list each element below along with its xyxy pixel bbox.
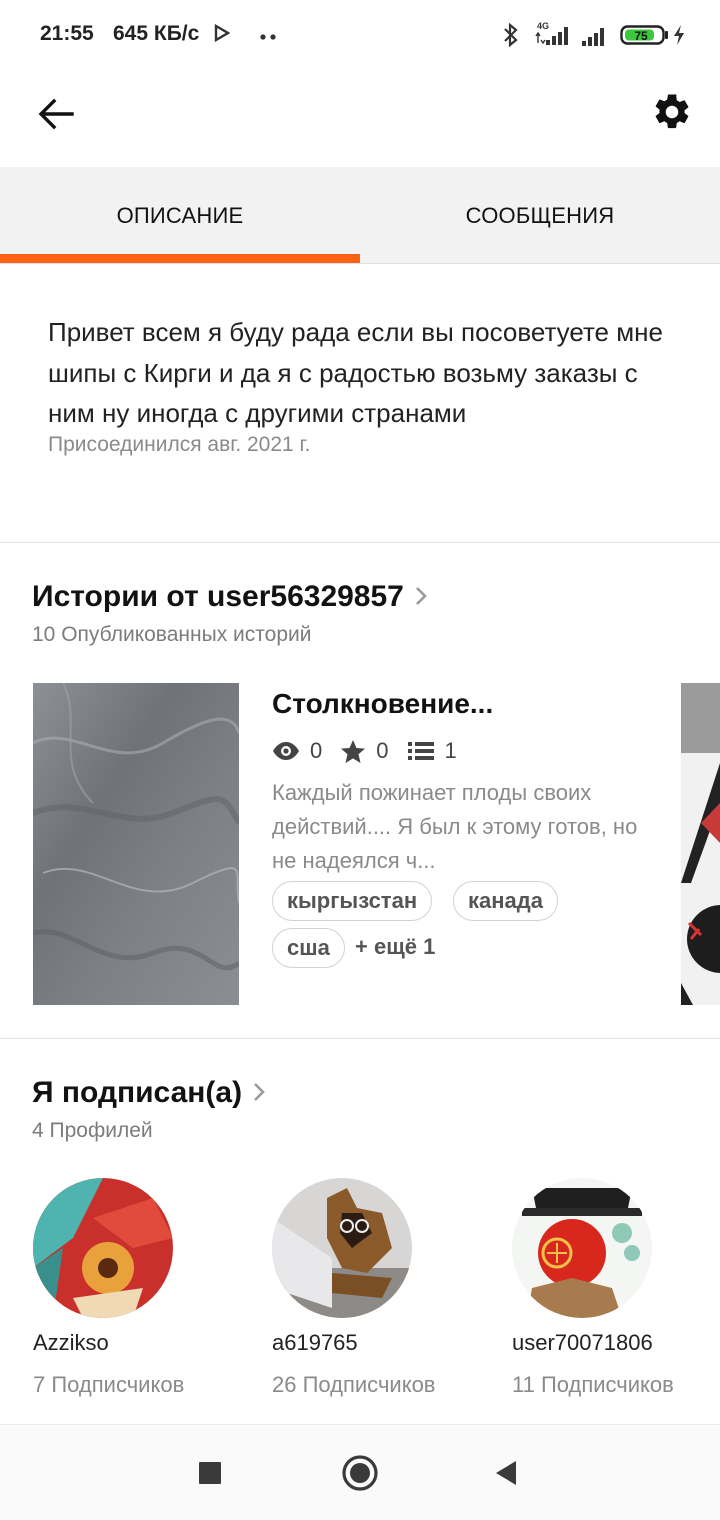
tag-canada[interactable]: канада <box>453 881 558 921</box>
following-section-header[interactable]: Я подписан(а) <box>32 1076 266 1111</box>
votes-count: 0 <box>376 738 389 763</box>
battery-icon: 75 <box>620 24 670 51</box>
home-button[interactable] <box>332 1445 388 1501</box>
votes-stat: 0 <box>340 738 389 764</box>
parts-stat: 1 <box>407 738 457 764</box>
cellular-signal-icon <box>580 24 610 53</box>
charging-icon <box>672 24 686 51</box>
story-cover-image[interactable] <box>33 683 239 1005</box>
following-profile-card[interactable]: a619765 26 Подписчиков <box>272 1178 472 1397</box>
bluetooth-icon <box>502 22 520 53</box>
cellular-signal-4g-icon: 4G <box>534 20 574 53</box>
story-title[interactable]: Столкновение... <box>272 688 493 720</box>
profile-name[interactable]: Azzikso <box>33 1330 109 1356</box>
more-notifications-icon <box>260 28 278 46</box>
active-tab-indicator <box>0 254 360 263</box>
circle-icon <box>342 1455 378 1491</box>
stories-section-title: Истории от user56329857 <box>32 580 404 613</box>
join-date: Присоединился авг. 2021 г. <box>48 433 311 456</box>
chevron-right-icon <box>414 581 428 615</box>
system-navigation-bar <box>0 1424 720 1520</box>
avatar[interactable] <box>272 1178 412 1318</box>
gear-icon <box>655 94 689 129</box>
parts-count: 1 <box>444 738 457 763</box>
status-time: 21:55 <box>40 22 94 45</box>
views-count: 0 <box>310 738 323 763</box>
following-count: 4 Профилей <box>32 1119 153 1142</box>
play-store-notification-icon <box>214 23 231 47</box>
status-bar: 21:55 645 КБ/с 4G 75 <box>0 0 720 70</box>
stories-count: 10 Опубликованных историй <box>32 623 312 646</box>
following-profile-card[interactable]: Azzikso 7 Подписчиков <box>33 1178 233 1397</box>
settings-button[interactable] <box>646 86 698 138</box>
eye-icon <box>273 742 299 760</box>
list-icon <box>407 742 434 760</box>
arrow-left-icon <box>38 98 74 130</box>
profile-name[interactable]: user70071806 <box>512 1330 653 1356</box>
svg-text:75: 75 <box>634 29 648 43</box>
avatar[interactable] <box>512 1178 652 1318</box>
profile-followers: 11 Подписчиков <box>512 1372 674 1397</box>
profile-name[interactable]: a619765 <box>272 1330 358 1356</box>
tag-usa[interactable]: сша <box>272 928 345 968</box>
back-button[interactable] <box>30 88 82 140</box>
following-section-title: Я подписан(а) <box>32 1076 243 1109</box>
views-stat: 0 <box>272 738 322 764</box>
story-stats: 0 0 1 <box>272 736 475 766</box>
profile-tabs: ОПИСАНИЕ СООБЩЕНИЯ <box>0 167 720 264</box>
section-divider <box>0 1038 720 1039</box>
profile-followers: 26 Подписчиков <box>272 1372 436 1397</box>
story-description: Каждый пожинает плоды своих действий....… <box>272 780 638 873</box>
chevron-right-icon <box>252 1077 266 1111</box>
stories-section-header[interactable]: Истории от user56329857 <box>32 580 428 615</box>
next-story-cover-image[interactable] <box>681 683 720 1005</box>
profile-followers: 7 Подписчиков <box>33 1372 185 1397</box>
more-tags-link[interactable]: + ещё 1 <box>355 934 435 960</box>
svg-text:4G: 4G <box>537 21 549 31</box>
section-divider <box>0 542 720 543</box>
avatar[interactable] <box>33 1178 173 1318</box>
triangle-back-icon <box>496 1461 516 1485</box>
star-icon <box>341 739 366 763</box>
following-profile-card[interactable]: user70071806 11 Подписчиков <box>512 1178 712 1397</box>
tab-description[interactable]: ОПИСАНИЕ <box>0 167 360 264</box>
tag-kyrgyzstan[interactable]: кыргызстан <box>272 881 433 921</box>
recent-apps-button[interactable] <box>182 1445 238 1501</box>
status-network-speed: 645 КБ/с <box>113 22 200 45</box>
square-icon <box>199 1462 221 1484</box>
top-app-bar <box>0 70 720 167</box>
tab-messages[interactable]: СООБЩЕНИЯ <box>360 167 720 264</box>
back-nav-button[interactable] <box>478 1445 534 1501</box>
profile-description: Привет всем я буду рада если вы посовету… <box>48 317 663 428</box>
